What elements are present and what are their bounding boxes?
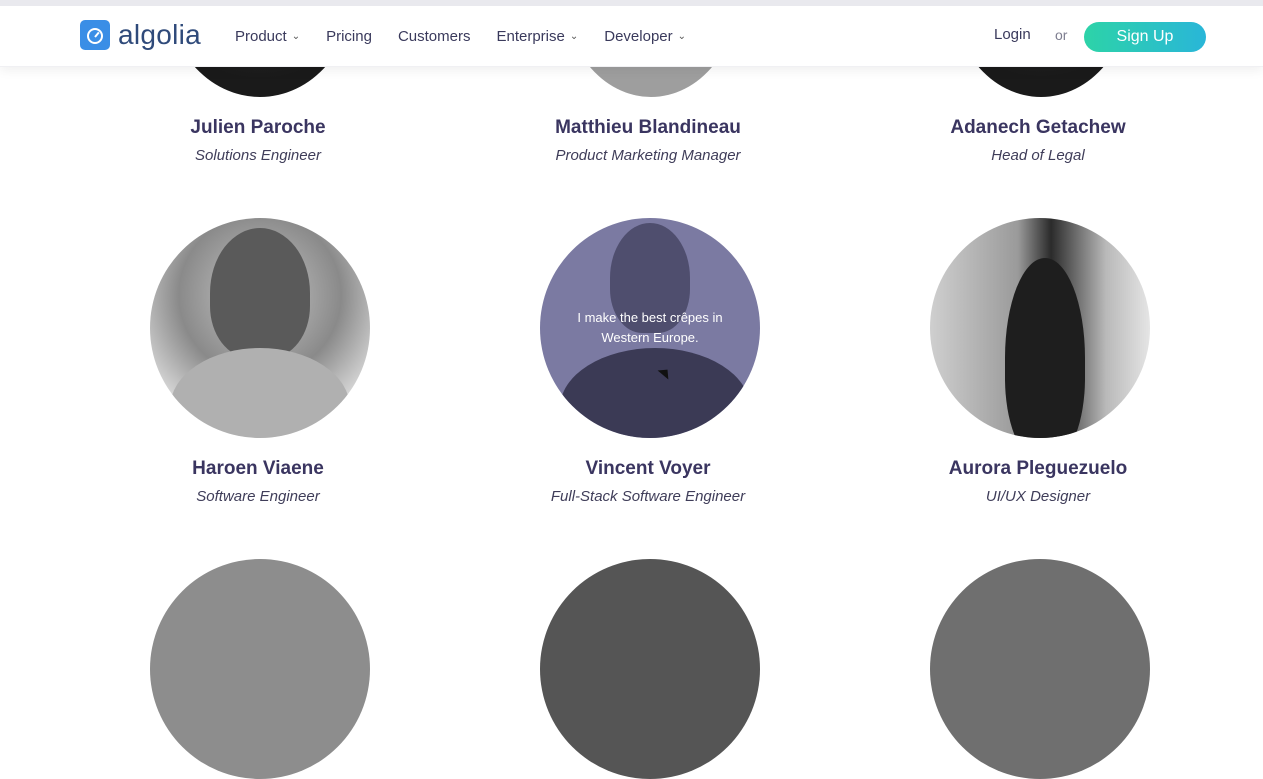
avatar bbox=[540, 559, 760, 779]
avatar[interactable] bbox=[150, 218, 370, 438]
team-member-card: Matthieu Blandineau Product Marketing Ma… bbox=[498, 117, 798, 164]
nav-developer-label: Developer bbox=[604, 27, 673, 45]
main-nav: Product ⌄ Pricing Customers Enterprise ⌄… bbox=[235, 26, 712, 46]
nav-enterprise-label: Enterprise bbox=[496, 27, 565, 45]
nav-customers[interactable]: Customers bbox=[398, 26, 471, 46]
stopwatch-logo-icon bbox=[80, 20, 110, 50]
portrait-figure bbox=[1005, 258, 1085, 438]
avatar[interactable] bbox=[930, 218, 1150, 438]
member-role: Software Engineer bbox=[196, 488, 320, 505]
member-name: Aurora Pleguezuelo bbox=[948, 458, 1128, 479]
nav-pricing[interactable]: Pricing bbox=[326, 26, 372, 46]
avatar bbox=[930, 559, 1150, 779]
member-role: Product Marketing Manager bbox=[555, 147, 741, 164]
nav-product-label: Product bbox=[235, 27, 287, 45]
chevron-down-icon: ⌄ bbox=[677, 30, 687, 42]
member-role: Head of Legal bbox=[991, 147, 1085, 164]
member-name: Julien Paroche bbox=[190, 117, 326, 138]
top-navbar: algolia Product ⌄ Pricing Customers Ente… bbox=[0, 6, 1263, 67]
nav-product[interactable]: Product ⌄ bbox=[235, 26, 300, 46]
signup-button[interactable]: Sign Up bbox=[1084, 22, 1206, 52]
portrait-shoulders bbox=[170, 348, 350, 438]
chevron-down-icon: ⌄ bbox=[291, 30, 301, 42]
nav-enterprise[interactable]: Enterprise ⌄ bbox=[496, 26, 578, 46]
or-text: or bbox=[1055, 27, 1068, 43]
login-link[interactable]: Login bbox=[994, 26, 1031, 43]
logo-text: algolia bbox=[118, 19, 202, 50]
avatar-hovered[interactable]: I make the best crêpes in Western Europe… bbox=[540, 218, 760, 438]
team-member-card: Vincent Voyer Full-Stack Software Engine… bbox=[498, 458, 798, 505]
member-name: Adanech Getachew bbox=[950, 117, 1126, 138]
member-name: Haroen Viaene bbox=[192, 458, 324, 479]
member-role: Full-Stack Software Engineer bbox=[550, 488, 746, 505]
top-border bbox=[0, 0, 1263, 6]
portrait-figure bbox=[210, 228, 310, 358]
member-role: UI/UX Designer bbox=[985, 488, 1091, 505]
hover-fun-fact: I make the best crêpes in Western Europe… bbox=[577, 310, 723, 345]
chevron-down-icon: ⌄ bbox=[569, 30, 579, 42]
nav-pricing-label: Pricing bbox=[326, 27, 372, 45]
algolia-logo[interactable]: algolia bbox=[80, 20, 201, 50]
nav-developer[interactable]: Developer ⌄ bbox=[604, 26, 686, 46]
team-member-card: Aurora Pleguezuelo UI/UX Designer bbox=[888, 458, 1188, 505]
team-member-card: Adanech Getachew Head of Legal bbox=[888, 117, 1188, 164]
member-role: Solutions Engineer bbox=[195, 147, 321, 164]
team-member-card: Haroen Viaene Software Engineer bbox=[108, 458, 408, 505]
team-member-card: Julien Paroche Solutions Engineer bbox=[108, 117, 408, 164]
team-grid: Julien Paroche Solutions Engineer Matthi… bbox=[0, 0, 1263, 779]
avatar bbox=[150, 559, 370, 779]
nav-customers-label: Customers bbox=[397, 27, 471, 45]
member-name: Matthieu Blandineau bbox=[555, 117, 741, 138]
member-name: Vincent Voyer bbox=[585, 458, 711, 479]
